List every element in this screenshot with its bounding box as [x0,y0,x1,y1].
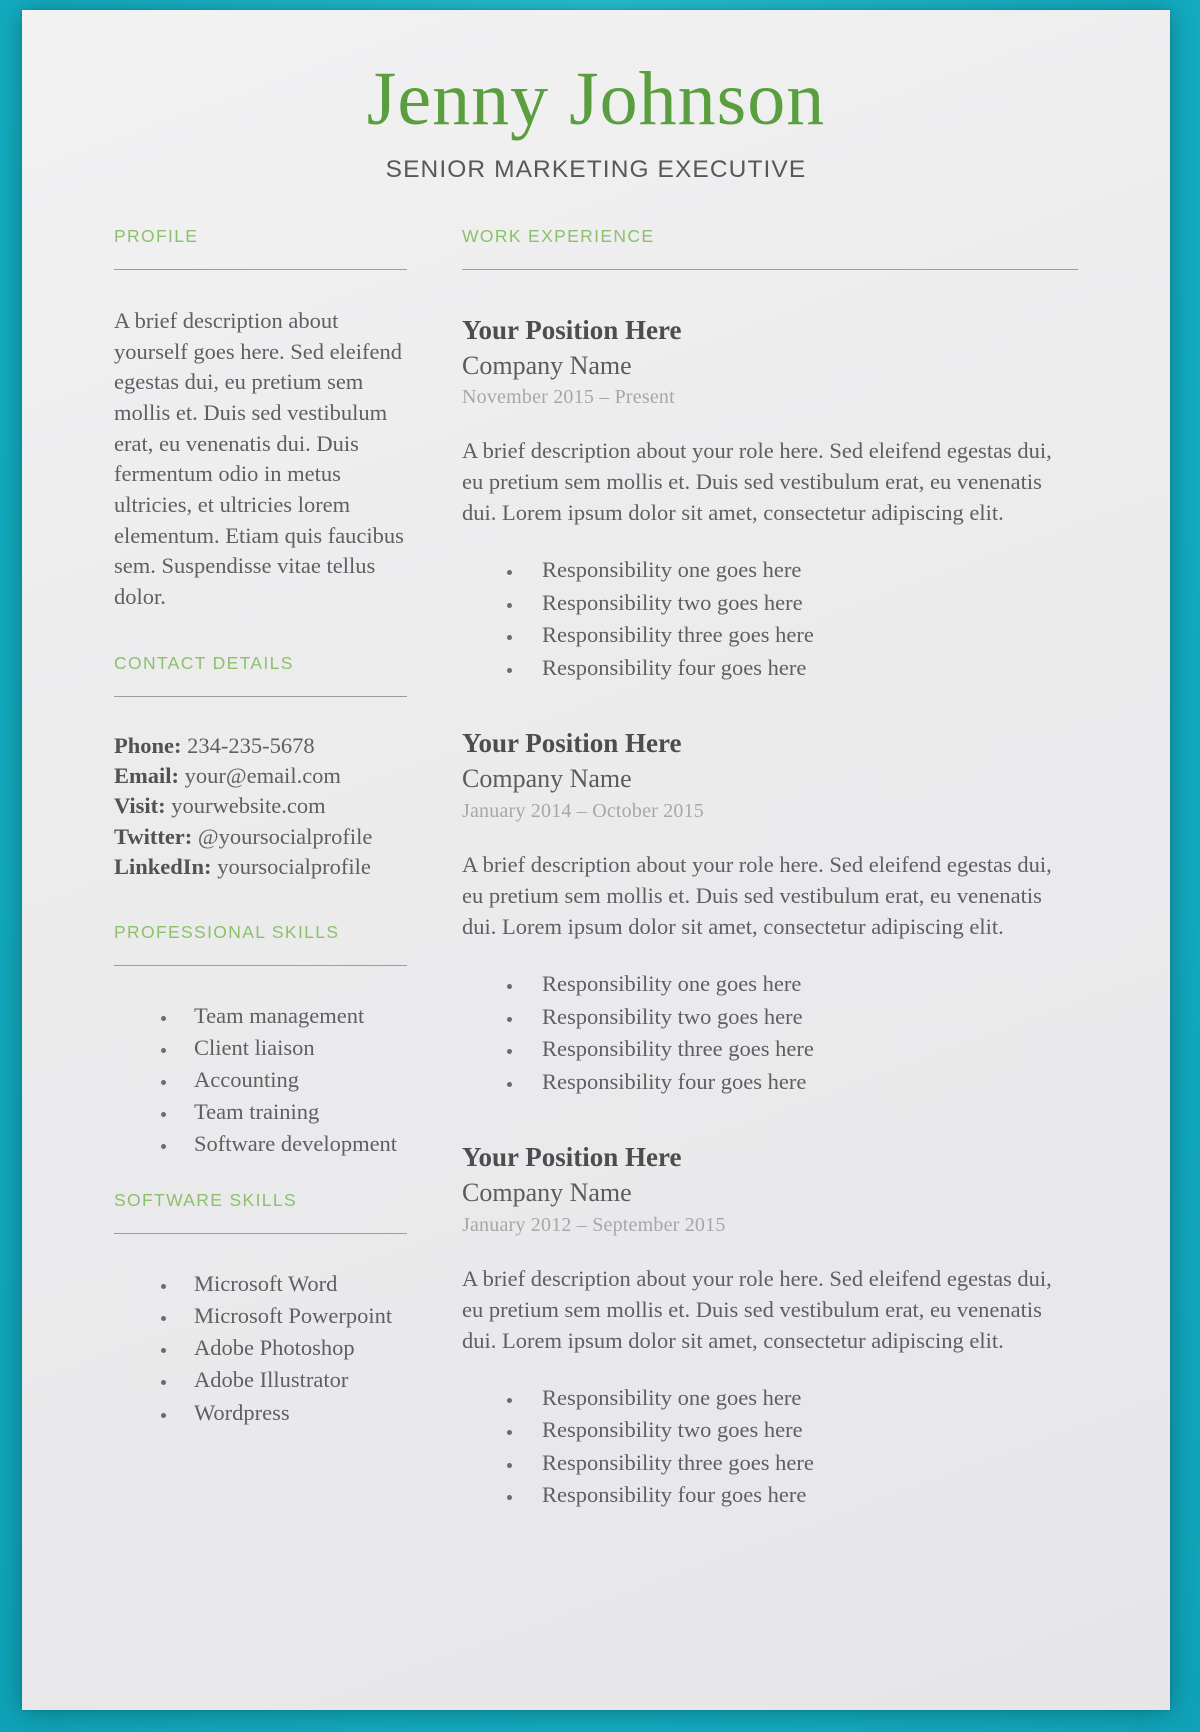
contact-value: @yoursocialprofile [197,823,373,849]
contact-value: yourwebsite.com [171,793,326,819]
job-responsibilities-list: Responsibility one goes here Responsibil… [462,1382,1078,1511]
section-divider [114,1233,407,1235]
list-item: Team management [178,1000,407,1031]
profile-text: A brief description about yourself goes … [114,307,404,610]
list-item: Accounting [178,1064,407,1095]
section-heading-profile: PROFILE [114,225,199,246]
section-contact-details: CONTACT DETAILS Phone: 234-235-5678 Emai… [114,653,407,882]
section-heading-work-experience: WORK EXPERIENCE [462,225,655,246]
list-item: Microsoft Word [178,1268,407,1299]
list-item: Microsoft Powerpoint [178,1300,407,1331]
list-item: Responsibility three goes here [524,1447,1078,1479]
list-item: Client liaison [178,1032,407,1063]
job-dates: January 2012 – September 2015 [462,1213,726,1236]
section-heading-software-skills: SOFTWARE SKILLS [114,1190,297,1211]
list-item: Responsibility four goes here [524,1479,1078,1511]
job-description: A brief description about your role here… [462,1265,1052,1353]
contact-item-website[interactable]: Visit: yourwebsite.com [114,791,407,821]
section-divider [114,965,407,967]
right-column: WORK EXPERIENCE Your Position Here Compa… [441,226,1078,1512]
candidate-name: Jenny Johnson [366,57,826,141]
section-divider [462,268,1078,270]
contact-value: 234-235-5678 [187,732,315,758]
contact-label: Visit: [114,793,166,819]
resume-body: PROFILE A brief description about yourse… [22,226,1170,1512]
list-item: Responsibility two goes here [524,587,1078,619]
professional-skills-list: Team management Client liaison Accountin… [114,1000,407,1159]
contact-value: yoursocialprofile [217,853,371,879]
contact-value: your@email.com [184,763,341,789]
list-item: Responsibility one goes here [524,968,1078,1000]
list-item: Responsibility three goes here [524,619,1078,651]
list-item: Responsibility three goes here [524,1033,1078,1065]
list-item: Responsibility two goes here [524,1414,1078,1446]
contact-label: Twitter: [114,823,193,849]
job-responsibilities-list: Responsibility one goes here Responsibil… [462,554,1078,683]
job-company: Company Name [462,1177,632,1207]
software-skills-list: Microsoft Word Microsoft Powerpoint Adob… [114,1268,407,1427]
section-profile: PROFILE A brief description about yourse… [114,226,407,613]
job-dates: January 2014 – October 2015 [462,799,705,822]
section-divider [114,268,407,270]
list-item: Team training [178,1096,407,1127]
list-item: Adobe Photoshop [178,1332,407,1363]
job-title: Your Position Here [462,1142,682,1173]
job-entry: Your Position Here Company Name January … [462,727,1078,1097]
job-dates: November 2015 – Present [462,386,675,409]
list-item: Adobe Illustrator [178,1364,407,1395]
contact-item-linkedin[interactable]: LinkedIn: yoursocialprofile [114,852,407,882]
job-responsibilities-list: Responsibility one goes here Responsibil… [462,968,1078,1097]
left-column: PROFILE A brief description about yourse… [114,226,441,1512]
contact-label: LinkedIn: [114,853,212,879]
list-item: Responsibility one goes here [524,1382,1078,1414]
section-software-skills: SOFTWARE SKILLS Microsoft Word Microsoft… [114,1190,407,1427]
section-heading-professional-skills: PROFESSIONAL SKILLS [114,922,340,943]
list-item: Software development [178,1128,407,1159]
resume-page: Jenny Johnson SENIOR MARKETING EXECUTIVE… [22,10,1170,1710]
section-divider [114,695,407,697]
resume-header: Jenny Johnson SENIOR MARKETING EXECUTIVE [22,10,1170,184]
job-description: A brief description about your role here… [462,438,1052,526]
contact-label: Email: [114,763,179,789]
contact-list: Phone: 234-235-5678 Email: your@email.co… [114,731,407,882]
list-item: Wordpress [178,1397,407,1428]
contact-label: Phone: [114,732,182,758]
job-company: Company Name [462,350,632,380]
job-company: Company Name [462,764,632,794]
section-heading-contact-details: CONTACT DETAILS [114,652,294,673]
candidate-job-title: SENIOR MARKETING EXECUTIVE [385,155,807,183]
job-title: Your Position Here [462,728,682,759]
job-entry: Your Position Here Company Name January … [462,1141,1078,1511]
job-description: A brief description about your role here… [462,851,1052,940]
section-professional-skills: PROFESSIONAL SKILLS Team management Clie… [114,922,407,1159]
list-item: Responsibility one goes here [524,554,1078,586]
job-title: Your Position Here [462,314,682,345]
list-item: Responsibility four goes here [524,652,1078,684]
contact-item-twitter[interactable]: Twitter: @yoursocialprofile [114,822,407,852]
contact-item-phone: Phone: 234-235-5678 [114,731,407,761]
list-item: Responsibility two goes here [524,1001,1078,1033]
job-entry: Your Position Here Company Name November… [462,314,1078,684]
contact-item-email[interactable]: Email: your@email.com [114,761,407,791]
list-item: Responsibility four goes here [524,1066,1078,1098]
